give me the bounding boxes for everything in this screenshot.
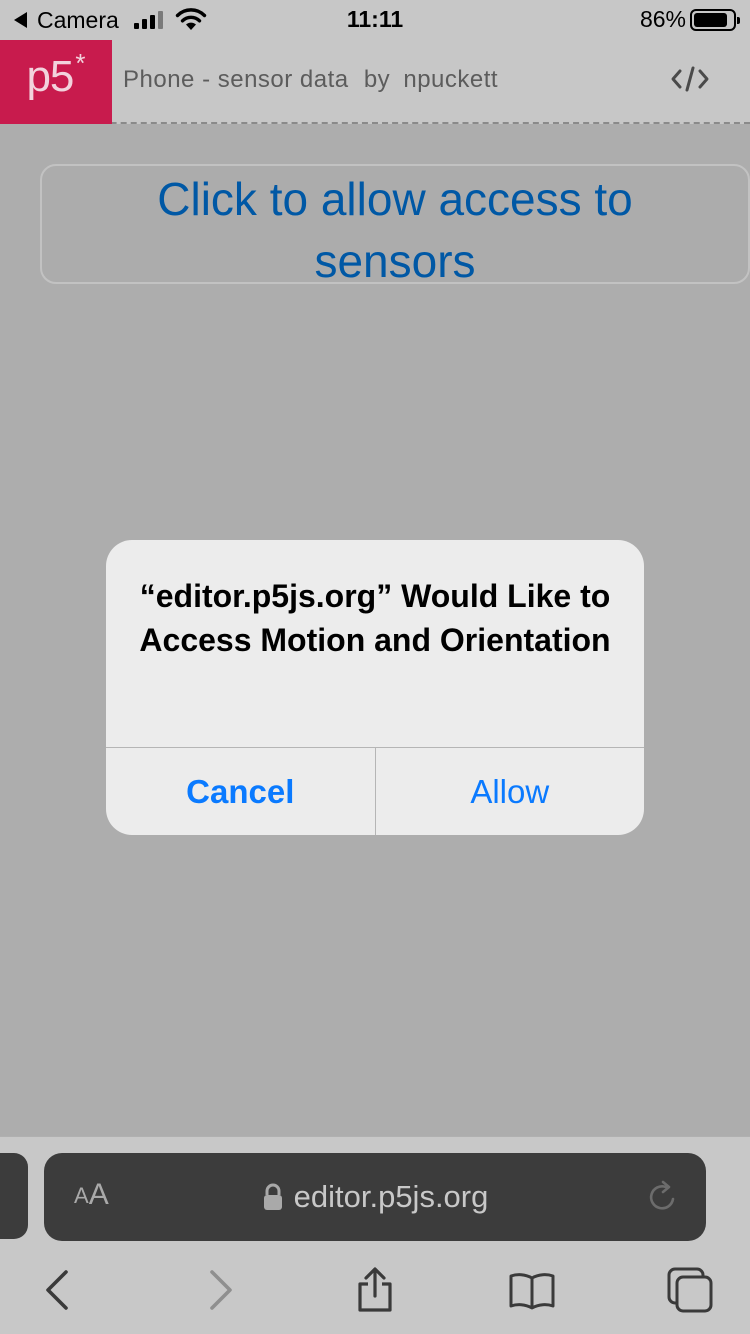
code-brackets-icon[interactable]	[670, 64, 710, 94]
sketch-by: by	[363, 66, 391, 93]
sketch-author[interactable]: npuckett	[403, 66, 498, 93]
allow-sensors-line2: sensors	[314, 235, 476, 287]
motion-permission-dialog: “editor.p5js.org” Would Like to Access M…	[106, 540, 644, 835]
status-bar: Camera 11:11 86%	[0, 0, 750, 40]
sketch-title: Phone - sensor data	[123, 66, 349, 93]
address-bar[interactable]: A A editor.p5js.org	[44, 1153, 706, 1241]
url-display[interactable]: editor.p5js.org	[44, 1179, 706, 1215]
forward-icon	[196, 1266, 244, 1314]
cancel-button[interactable]: Cancel	[106, 748, 376, 835]
allow-button[interactable]: Allow	[376, 748, 645, 835]
sketch-title-line: Phone - sensor data by npuckett	[123, 66, 498, 94]
battery-icon	[690, 9, 740, 31]
url-text: editor.p5js.org	[293, 1179, 489, 1214]
p5-logo[interactable]: p5 *	[0, 40, 112, 124]
p5-editor-header: p5 * Phone - sensor data by npuckett	[0, 40, 750, 124]
clock: 11:11	[346, 6, 404, 32]
lock-icon	[263, 1183, 282, 1210]
battery-percent: 86%	[639, 6, 686, 32]
battery-level	[694, 13, 727, 27]
share-icon[interactable]	[351, 1266, 399, 1314]
p5-logo-star: *	[75, 48, 86, 78]
reload-icon[interactable]	[646, 1179, 680, 1215]
back-icon[interactable]	[34, 1266, 82, 1314]
allow-sensors-button[interactable]: Click to allow access to sensors	[40, 164, 750, 287]
tabs-icon[interactable]	[666, 1266, 714, 1314]
bookmarks-icon[interactable]	[508, 1266, 556, 1314]
dialog-title: “editor.p5js.org” Would Like to Access M…	[139, 578, 611, 658]
dialog-actions: Cancel Allow	[106, 747, 644, 835]
previous-tab-preview[interactable]	[0, 1153, 28, 1239]
p5-logo-text: p5	[26, 52, 74, 101]
allow-sensors-line1: Click to allow access to	[157, 173, 633, 225]
